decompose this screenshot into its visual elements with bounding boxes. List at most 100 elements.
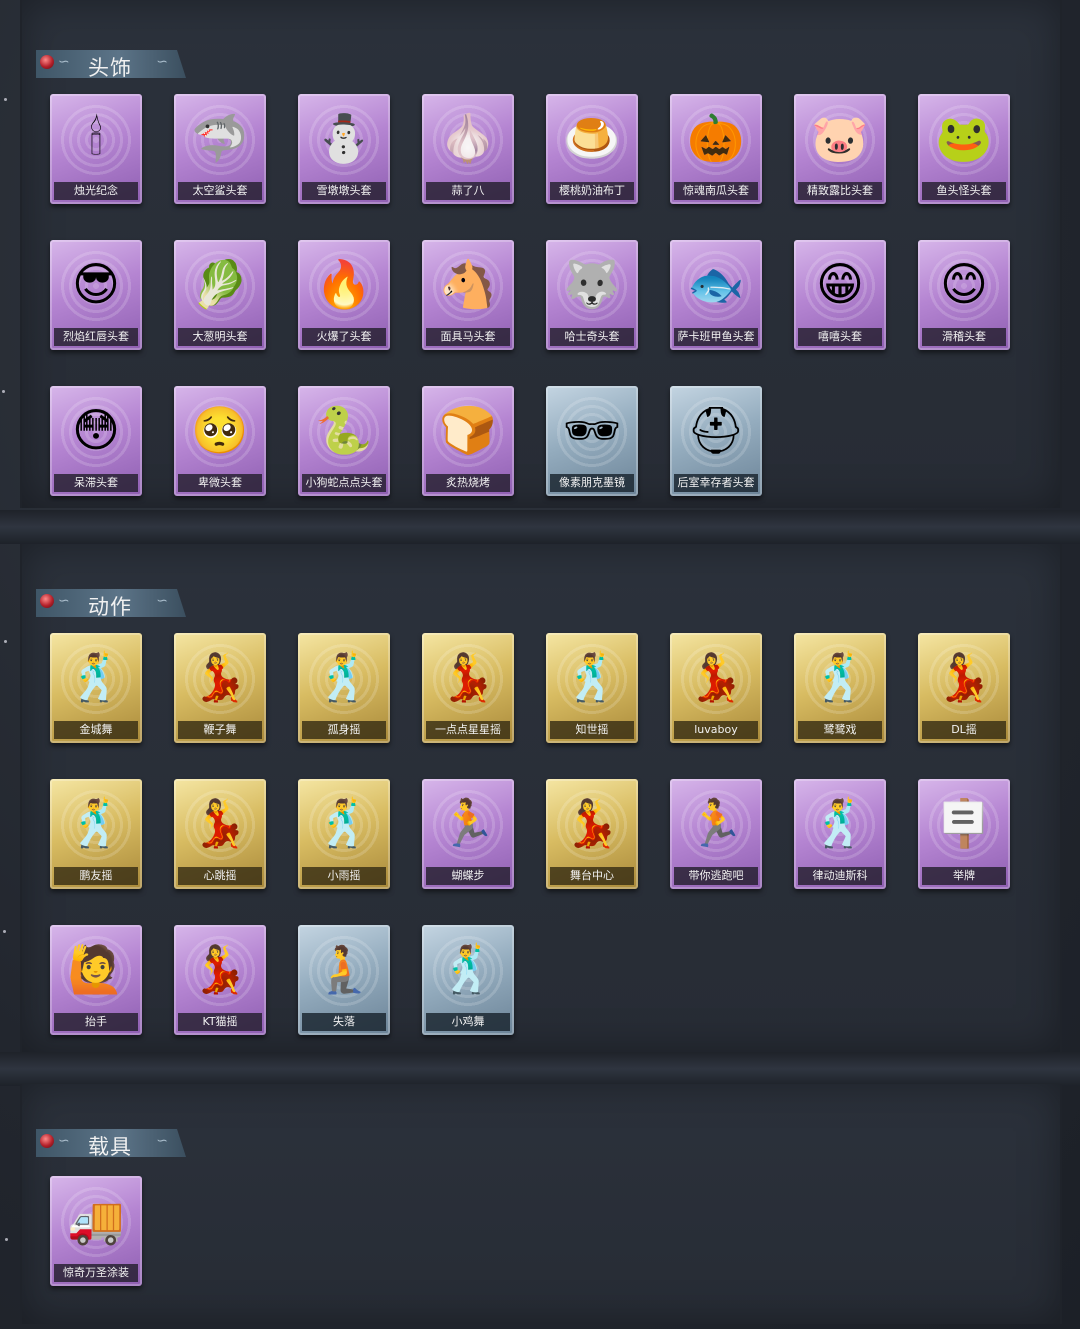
item-card[interactable]: 🐷 精致露比头套 — [794, 94, 886, 204]
item-name: 小鸡舞 — [426, 1013, 510, 1031]
item-name: 鱼头怪头套 — [922, 182, 1006, 200]
item-name: 烈焰红唇头套 — [54, 328, 138, 346]
item-card[interactable]: 🐺 哈士奇头套 — [546, 240, 638, 350]
item-name: 一点点星星摇 — [426, 721, 510, 739]
item-name: 像素朋克墨镜 — [550, 474, 634, 492]
swirl-ornament-icon: ∽ — [156, 54, 168, 70]
background-speck — [5, 1238, 8, 1241]
background-speck — [4, 98, 7, 101]
item-name: 萨卡班甲鱼头套 — [674, 328, 758, 346]
item-card[interactable]: 🕶 像素朋克墨镜 — [546, 386, 638, 496]
red-gem-icon — [40, 594, 54, 608]
item-name: 惊魂南瓜头套 — [674, 182, 758, 200]
item-card[interactable]: 💃 DL摇 — [918, 633, 1010, 743]
item-card[interactable]: 😁 嘻嘻头套 — [794, 240, 886, 350]
item-name: 雪墩墩头套 — [302, 182, 386, 200]
item-name: 嘻嘻头套 — [798, 328, 882, 346]
item-card[interactable]: 🕺 金城舞 — [50, 633, 142, 743]
item-name: DL摇 — [922, 721, 1006, 739]
item-card[interactable]: 🕺 鹭鹭戏 — [794, 633, 886, 743]
item-name: 心跳摇 — [178, 867, 262, 885]
item-name: 律动迪斯科 — [798, 867, 882, 885]
item-card[interactable]: 🐴 面具马头套 — [422, 240, 514, 350]
swirl-ornament-icon: ∽ — [58, 593, 70, 609]
section-divider — [0, 510, 1080, 544]
item-name: 失落 — [302, 1013, 386, 1031]
swirl-ornament-icon: ∽ — [156, 593, 168, 609]
section-header-vehicles: ∽ 载具 ∽ — [36, 1129, 186, 1157]
item-card[interactable]: 🎃 惊魂南瓜头套 — [670, 94, 762, 204]
item-card[interactable]: 💃 一点点星星摇 — [422, 633, 514, 743]
vehicles-panel — [20, 1084, 1062, 1324]
item-card[interactable]: ⛄ 雪墩墩头套 — [298, 94, 390, 204]
item-card[interactable]: 🐸 鱼头怪头套 — [918, 94, 1010, 204]
section-header-headwear: ∽ 头饰 ∽ — [36, 50, 186, 78]
item-card[interactable]: 💃 心跳摇 — [174, 779, 266, 889]
item-card[interactable]: 🕺 孤身摇 — [298, 633, 390, 743]
item-name: 鹭鹭戏 — [798, 721, 882, 739]
item-card[interactable]: 🏃 带你逃跑吧 — [670, 779, 762, 889]
item-card[interactable]: 😎 烈焰红唇头套 — [50, 240, 142, 350]
section-header-actions: ∽ 动作 ∽ — [36, 589, 186, 617]
item-name: 舞台中心 — [550, 867, 634, 885]
swirl-ornament-icon: ∽ — [58, 54, 70, 70]
item-card[interactable]: 🥬 大葱明头套 — [174, 240, 266, 350]
item-card[interactable]: 💃 luvaboy — [670, 633, 762, 743]
section-title: 载具 — [88, 1135, 132, 1159]
item-card[interactable]: 🐟 萨卡班甲鱼头套 — [670, 240, 762, 350]
background-speck — [3, 930, 6, 933]
red-gem-icon — [40, 1134, 54, 1148]
background-speck — [4, 640, 7, 643]
item-name: 举牌 — [922, 867, 1006, 885]
item-card[interactable]: 🐍 小狗蛇点点头套 — [298, 386, 390, 496]
item-name: 小雨摇 — [302, 867, 386, 885]
item-name: 知世摇 — [550, 721, 634, 739]
item-card[interactable]: 🕺 知世摇 — [546, 633, 638, 743]
item-card[interactable]: ⛑ 后室幸存者头套 — [670, 386, 762, 496]
background-speck — [2, 390, 5, 393]
red-gem-icon — [40, 55, 54, 69]
item-card[interactable]: 🔥 火爆了头套 — [298, 240, 390, 350]
item-card[interactable]: 🕯 烛光纪念 — [50, 94, 142, 204]
item-name: 大葱明头套 — [178, 328, 262, 346]
item-name: 面具马头套 — [426, 328, 510, 346]
item-card[interactable]: 🧄 蒜了八 — [422, 94, 514, 204]
item-name: 后室幸存者头套 — [674, 474, 758, 492]
item-card[interactable]: 🕺 小鸡舞 — [422, 925, 514, 1035]
item-card[interactable]: 🦈 太空鲨头套 — [174, 94, 266, 204]
item-card[interactable]: 🍞 炙热烧烤 — [422, 386, 514, 496]
item-name: 鹏友摇 — [54, 867, 138, 885]
item-card[interactable]: 🍮 樱桃奶油布丁 — [546, 94, 638, 204]
section-title: 头饰 — [88, 56, 132, 80]
item-name: 鞭子舞 — [178, 721, 262, 739]
item-card[interactable]: 🙋 抬手 — [50, 925, 142, 1035]
item-card[interactable]: 🕺 律动迪斯科 — [794, 779, 886, 889]
item-name: 精致露比头套 — [798, 182, 882, 200]
item-card[interactable]: 🥺 卑微头套 — [174, 386, 266, 496]
item-name: 金城舞 — [54, 721, 138, 739]
item-card[interactable]: 💃 KT猫摇 — [174, 925, 266, 1035]
item-name: 烛光纪念 — [54, 182, 138, 200]
item-card[interactable]: 💃 舞台中心 — [546, 779, 638, 889]
item-card[interactable]: 💃 鞭子舞 — [174, 633, 266, 743]
item-name: 小狗蛇点点头套 — [302, 474, 386, 492]
item-name: 惊奇万圣涂装 — [54, 1264, 138, 1282]
item-name: 蝴蝶步 — [426, 867, 510, 885]
item-name: 抬手 — [54, 1013, 138, 1031]
item-card[interactable]: 🚚 惊奇万圣涂装 — [50, 1176, 142, 1286]
item-card[interactable]: 🕺 鹏友摇 — [50, 779, 142, 889]
item-name: KT猫摇 — [178, 1013, 262, 1031]
item-name: 蒜了八 — [426, 182, 510, 200]
item-name: 太空鲨头套 — [178, 182, 262, 200]
item-name: 炙热烧烤 — [426, 474, 510, 492]
item-name: 哈士奇头套 — [550, 328, 634, 346]
item-card[interactable]: 😊 滑稽头套 — [918, 240, 1010, 350]
item-card[interactable]: 🧎 失落 — [298, 925, 390, 1035]
inventory-page: ∽ 头饰 ∽ ∽ 动作 ∽ ∽ 载具 ∽ 🕯 烛光纪念 🦈 太空鲨头套 ⛄ 雪墩墩头套 🧄 蒜… — [0, 0, 1080, 1329]
section-title: 动作 — [88, 595, 132, 619]
item-card[interactable]: 🏃 蝴蝶步 — [422, 779, 514, 889]
item-card[interactable]: 🪧 举牌 — [918, 779, 1010, 889]
swirl-ornament-icon: ∽ — [156, 1133, 168, 1149]
item-card[interactable]: 🕺 小雨摇 — [298, 779, 390, 889]
item-card[interactable]: 😳 呆滞头套 — [50, 386, 142, 496]
